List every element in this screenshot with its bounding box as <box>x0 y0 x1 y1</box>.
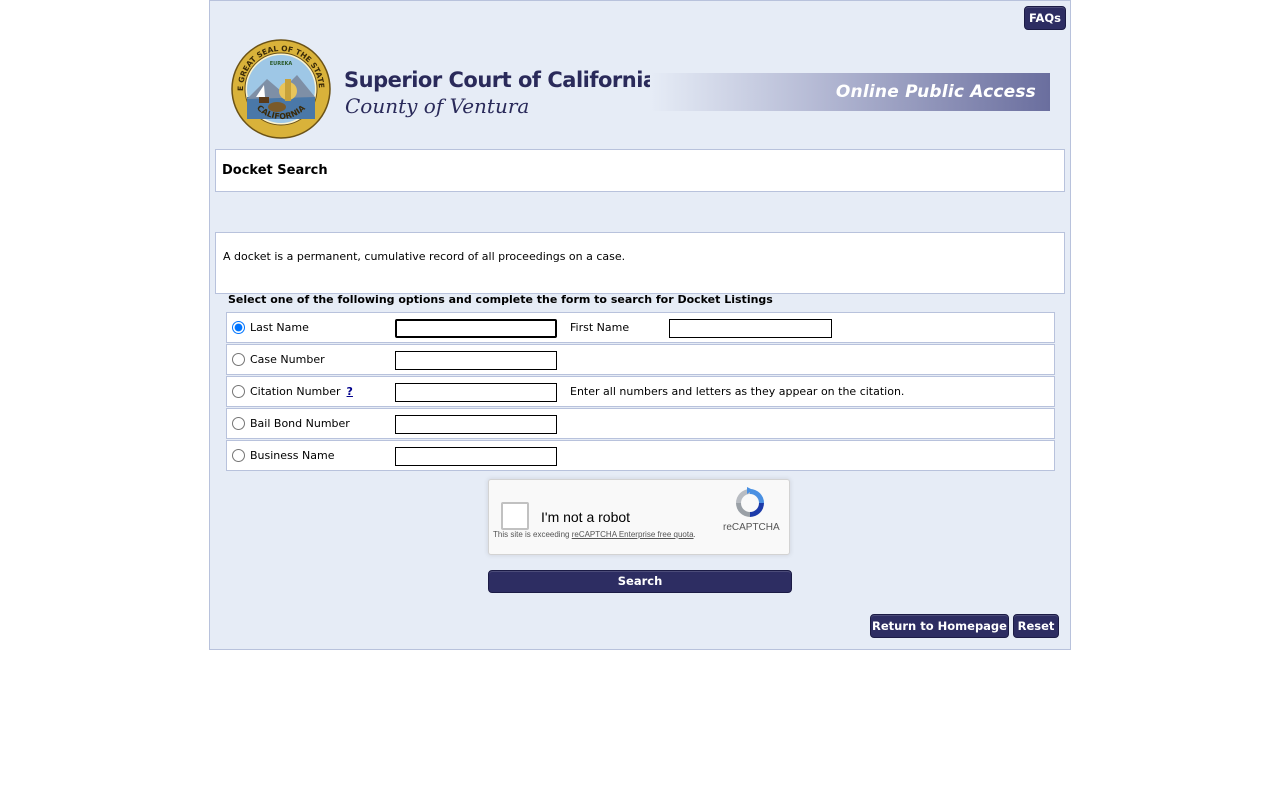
business-name-label: Business Name <box>250 449 335 462</box>
search-option-last-name: Last Name First Name <box>226 312 1055 343</box>
case-number-label: Case Number <box>250 353 325 366</box>
page-frame: FAQs EUREKA THE GREAT SEAL OF THE STATE … <box>209 0 1071 650</box>
last-name-input[interactable] <box>395 319 557 338</box>
county-name: County of Ventura <box>345 94 530 118</box>
return-to-homepage-button[interactable]: Return to Homepage <box>870 614 1009 638</box>
business-name-radio[interactable] <box>232 449 245 462</box>
portal-banner: Online Public Access <box>650 73 1050 111</box>
citation-number-input[interactable] <box>395 383 557 402</box>
reset-button[interactable]: Reset <box>1013 614 1059 638</box>
citation-hint: Enter all numbers and letters as they ap… <box>570 385 905 398</box>
court-name: Superior Court of California <box>344 68 657 92</box>
portal-name: Online Public Access <box>835 82 1036 102</box>
business-name-input[interactable] <box>395 447 557 466</box>
recaptcha-label: I'm not a robot <box>541 509 631 525</box>
case-number-input[interactable] <box>395 351 557 370</box>
quota-notice-link[interactable]: reCAPTCHA Enterprise free quota <box>572 530 694 539</box>
quota-notice-suffix: . <box>693 530 696 539</box>
citation-number-radio[interactable] <box>232 385 245 398</box>
recaptcha-brand: reCAPTCHA <box>723 522 780 533</box>
page-description: A docket is a permanent, cumulative reco… <box>223 250 626 263</box>
search-option-case-number: Case Number <box>226 344 1055 375</box>
svg-text:EUREKA: EUREKA <box>270 61 293 67</box>
first-name-input[interactable] <box>669 319 832 338</box>
recaptcha-checkbox[interactable] <box>501 502 529 530</box>
recaptcha-widget: I'm not a robot reCAPTCHA This site is e… <box>488 479 790 555</box>
bail-bond-number-radio[interactable] <box>232 417 245 430</box>
search-button[interactable]: Search <box>488 570 792 593</box>
search-option-bail-bond-number: Bail Bond Number <box>226 408 1055 439</box>
search-instructions: Select one of the following options and … <box>228 293 773 306</box>
recaptcha-logo-icon <box>736 487 764 517</box>
last-name-label: Last Name <box>250 321 309 334</box>
last-name-radio[interactable] <box>232 321 245 334</box>
search-option-citation-number: Citation Number? Enter all numbers and l… <box>226 376 1055 407</box>
case-number-radio[interactable] <box>232 353 245 366</box>
title-panel: Docket Search <box>215 149 1065 192</box>
quota-notice-prefix: This site is exceeding <box>493 530 572 539</box>
bail-bond-number-label: Bail Bond Number <box>250 417 350 430</box>
page-title: Docket Search <box>222 163 328 178</box>
bail-bond-number-input[interactable] <box>395 415 557 434</box>
recaptcha-quota-notice: This site is exceeding reCAPTCHA Enterpr… <box>493 530 696 540</box>
california-seal-icon: EUREKA THE GREAT SEAL OF THE STATE OF CA… <box>231 39 331 139</box>
description-panel: A docket is a permanent, cumulative reco… <box>215 232 1065 294</box>
first-name-label: First Name <box>570 321 630 334</box>
citation-number-label: Citation Number <box>250 385 341 398</box>
citation-number-label-group: Citation Number? <box>250 385 353 398</box>
citation-help-link[interactable]: ? <box>347 385 353 398</box>
faqs-button[interactable]: FAQs <box>1024 6 1066 30</box>
search-option-business-name: Business Name <box>226 440 1055 471</box>
